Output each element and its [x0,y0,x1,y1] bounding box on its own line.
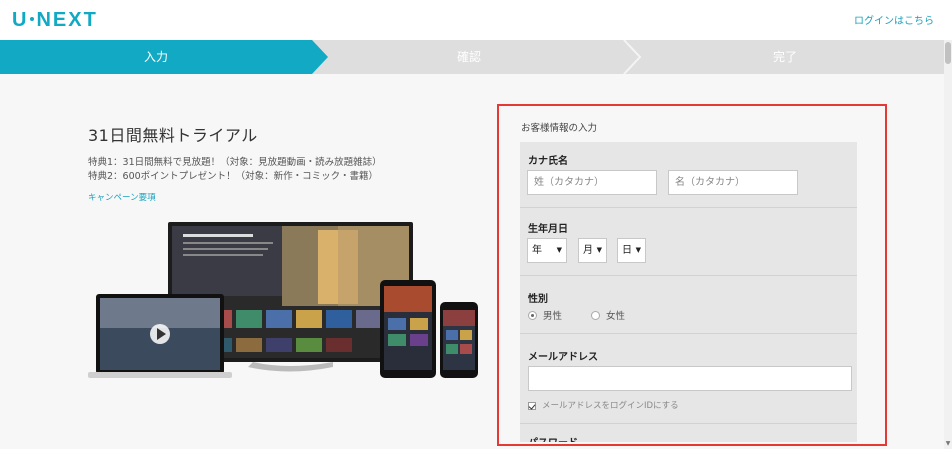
header: U NEXT ログインはこちら [0,0,952,40]
unext-logo[interactable]: U NEXT [12,9,98,32]
login-link[interactable]: ログインはこちら [854,12,934,27]
form-highlight-outline [497,104,887,446]
campaign-terms-link[interactable]: キャンペーン要項 [88,191,382,203]
benefit-1: 特典1：31日間無料で見放題！（対象：見放題動画・読み放題雑誌） [88,157,382,168]
devices-illustration [88,220,488,380]
step-complete: 完了 [772,50,797,64]
page-scrollbar[interactable]: ▼ [944,40,952,449]
trial-title: 31日間無料トライアル [88,126,258,145]
progress-steps: 入力 確認 完了 [0,40,944,74]
step-confirm: 確認 [456,50,481,64]
step-input: 入力 [0,40,312,74]
scrollbar-thumb[interactable] [945,42,951,64]
scroll-down-icon[interactable]: ▼ [944,440,952,447]
promo-panel: 31日間無料トライアル 特典1：31日間無料で見放題！（対象：見放題動画・読み放… [88,122,382,203]
benefit-2: 特典2：600ポイントプレゼント！（対象：新作・コミック・書籍） [88,171,378,182]
